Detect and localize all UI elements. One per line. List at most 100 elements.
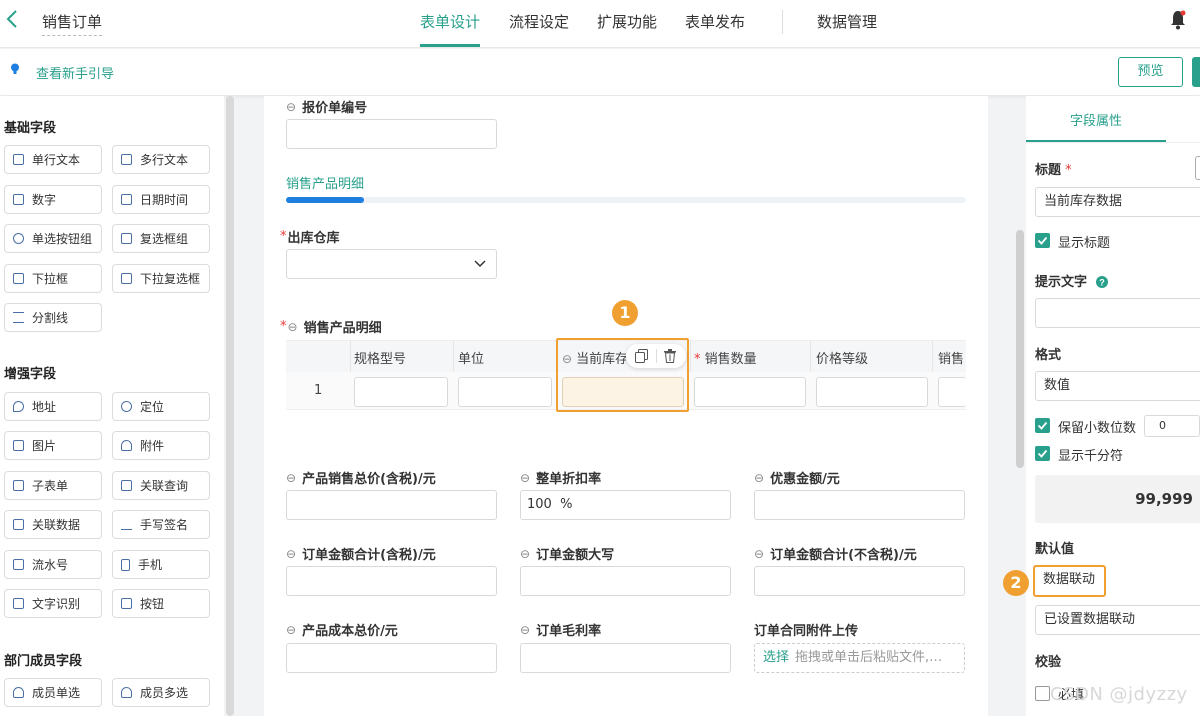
tab-workflow[interactable]: 流程设定 bbox=[509, 11, 569, 32]
chevron-down-icon bbox=[474, 260, 486, 268]
total-cost-input[interactable] bbox=[286, 643, 497, 673]
users-icon bbox=[121, 687, 132, 698]
field-attachment[interactable]: 附件 bbox=[112, 431, 210, 460]
pen-icon bbox=[121, 519, 132, 530]
link-icon: ⊖ bbox=[286, 470, 297, 485]
sales-more-cell[interactable] bbox=[938, 377, 966, 407]
field-member-multi[interactable]: 成员多选 bbox=[112, 678, 210, 707]
column-price-level[interactable]: 价格等级 bbox=[816, 348, 868, 367]
title-input[interactable]: 当前库存数据 bbox=[1035, 187, 1200, 217]
top-bar: 销售订单 表单设计 流程设定 扩展功能 表单发布 数据管理 bbox=[0, 0, 1200, 48]
warehouse-select[interactable] bbox=[286, 249, 497, 279]
field-number[interactable]: 数字 bbox=[4, 185, 102, 214]
order-total-tax-input[interactable] bbox=[286, 566, 497, 596]
contract-upload-dropzone[interactable]: 选择 拖拽或单击后粘贴文件,… bbox=[754, 643, 965, 673]
field-geolocation[interactable]: 定位 bbox=[112, 392, 210, 421]
field-dropdown-multi[interactable]: 下拉复选框 bbox=[112, 264, 210, 293]
field-datetime[interactable]: 日期时间 bbox=[112, 185, 210, 214]
link-icon: ⊖ bbox=[520, 470, 531, 485]
annotation-badge-2: 2 bbox=[1003, 570, 1029, 596]
ocr-icon bbox=[13, 598, 24, 609]
field-radio-group[interactable]: 单选按钮组 bbox=[4, 224, 102, 253]
field-member-single[interactable]: 成员单选 bbox=[4, 678, 102, 707]
total-sales-price-input[interactable] bbox=[286, 490, 497, 520]
order-total-notax-input[interactable] bbox=[754, 566, 965, 596]
price-level-cell[interactable] bbox=[816, 377, 928, 407]
field-serial-number[interactable]: 流水号 bbox=[4, 550, 102, 579]
dropdown-multi-icon bbox=[121, 273, 132, 284]
unit-cell[interactable] bbox=[458, 377, 552, 407]
quote-number-input[interactable] bbox=[286, 119, 497, 149]
field-phone[interactable]: 手机 bbox=[112, 550, 210, 579]
field-divider[interactable]: 分割线 bbox=[4, 303, 102, 332]
column-sales-more[interactable]: 销售 bbox=[938, 348, 966, 367]
canvas-scrollbar[interactable] bbox=[1016, 230, 1024, 468]
col-separator bbox=[810, 340, 811, 372]
image-icon bbox=[13, 440, 24, 451]
tab-data-management[interactable]: 数据管理 bbox=[817, 11, 877, 32]
section-tab-sales-detail[interactable]: 销售产品明细 bbox=[286, 173, 364, 192]
tab-extensions[interactable]: 扩展功能 bbox=[597, 11, 657, 32]
tab-publish[interactable]: 表单发布 bbox=[685, 11, 745, 32]
save-button-edge[interactable] bbox=[1192, 57, 1200, 87]
palette-scrollbar[interactable] bbox=[226, 96, 234, 716]
app-title[interactable]: 销售订单 bbox=[42, 11, 103, 36]
field-subform[interactable]: 子表单 bbox=[4, 471, 102, 500]
show-title-checkbox[interactable] bbox=[1035, 233, 1050, 248]
back-icon[interactable] bbox=[6, 9, 26, 34]
data-linkage-button[interactable]: 已设置数据联动 bbox=[1035, 605, 1200, 635]
help-icon[interactable]: ? bbox=[1095, 276, 1108, 288]
field-button[interactable]: 按钮 bbox=[112, 589, 210, 618]
quote-number-label: ⊖ 报价单编号 bbox=[286, 99, 368, 117]
field-single-line-text[interactable]: 单行文本 bbox=[4, 145, 102, 174]
required-checkbox[interactable] bbox=[1035, 686, 1050, 701]
column-spec-model[interactable]: 规格型号 bbox=[354, 348, 406, 367]
link-icon: ⊖ bbox=[520, 622, 531, 637]
column-sales-quantity[interactable]: * 销售数量 bbox=[694, 348, 757, 367]
copy-icon[interactable] bbox=[635, 349, 648, 363]
spec-model-cell[interactable] bbox=[354, 377, 448, 407]
tab-field-properties[interactable]: 字段属性 bbox=[1070, 110, 1122, 129]
field-address[interactable]: 地址 bbox=[4, 392, 102, 421]
section-progress-track bbox=[286, 197, 966, 203]
decimal-places-stepper[interactable]: 0 bbox=[1144, 415, 1200, 437]
discount-rate-input[interactable]: 100 % bbox=[520, 490, 731, 520]
annotation-badge-1: 1 bbox=[612, 300, 638, 326]
order-amount-words-input[interactable] bbox=[520, 566, 731, 596]
keep-decimals-checkbox[interactable] bbox=[1035, 418, 1050, 433]
field-dropdown[interactable]: 下拉框 bbox=[4, 264, 102, 293]
field-multi-line-text[interactable]: 多行文本 bbox=[112, 145, 210, 174]
bell-icon[interactable] bbox=[1170, 10, 1186, 30]
trash-icon[interactable] bbox=[664, 349, 676, 363]
title-toggle[interactable] bbox=[1195, 156, 1200, 180]
format-select[interactable]: 数值 bbox=[1035, 371, 1200, 401]
upload-select-link[interactable]: 选择 bbox=[763, 650, 789, 665]
hint-text-input[interactable] bbox=[1035, 298, 1200, 328]
tab-form-design[interactable]: 表单设计 bbox=[420, 11, 480, 32]
beginner-guide-link[interactable]: 查看新手引导 bbox=[36, 63, 114, 82]
field-image[interactable]: 图片 bbox=[4, 431, 102, 460]
preview-button[interactable]: 预览 bbox=[1118, 57, 1183, 87]
link-icon: ⊖ bbox=[520, 546, 531, 561]
user-icon bbox=[13, 687, 24, 698]
field-related-query[interactable]: 关联查询 bbox=[112, 471, 210, 500]
watermark: CSDN @jdyzzy bbox=[1050, 684, 1188, 705]
field-checkbox-group[interactable]: 复选框组 bbox=[112, 224, 210, 253]
thousands-separator-checkbox[interactable] bbox=[1035, 446, 1050, 461]
text-icon bbox=[13, 154, 24, 165]
discount-amount-input[interactable] bbox=[754, 490, 965, 520]
field-related-data[interactable]: 关联数据 bbox=[4, 510, 102, 539]
hint-text-label: 提示文字 ? bbox=[1035, 271, 1108, 290]
serial-number-icon bbox=[13, 559, 24, 570]
textarea-icon bbox=[121, 154, 132, 165]
field-signature[interactable]: 手写签名 bbox=[112, 510, 210, 539]
sales-quantity-cell[interactable] bbox=[694, 377, 806, 407]
subtable-label: * ⊖ 销售产品明细 bbox=[280, 319, 382, 336]
gross-margin-input[interactable] bbox=[520, 643, 731, 673]
field-ocr[interactable]: 文字识别 bbox=[4, 589, 102, 618]
col-separator bbox=[453, 340, 454, 372]
svg-text:?: ? bbox=[1099, 278, 1105, 288]
checkbox-icon bbox=[121, 233, 132, 244]
column-unit[interactable]: 单位 bbox=[458, 348, 484, 367]
subform-icon bbox=[13, 480, 24, 491]
